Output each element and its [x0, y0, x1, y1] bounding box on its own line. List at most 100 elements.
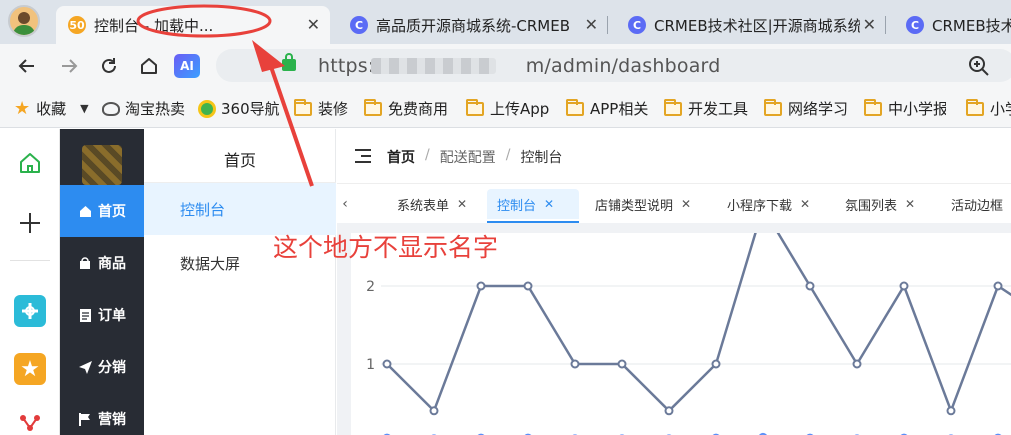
page-tab-miniprogram-download[interactable]: 小程序下载 ✕ [717, 189, 820, 219]
bookmark-folder-upload[interactable]: 上传App [466, 98, 549, 119]
star-icon: ★ [14, 98, 31, 119]
bookmark-label: APP相关 [590, 100, 649, 118]
data-point[interactable] [711, 359, 721, 369]
bag-icon [78, 256, 92, 270]
data-point[interactable] [852, 359, 862, 369]
folder-icon [664, 98, 682, 116]
bookmark-folder-school[interactable]: 中小学报 [864, 98, 946, 119]
breadcrumb-delivery-config[interactable]: 配送配置 [440, 147, 496, 167]
page-tab-label: 活动边框 [951, 198, 1004, 214]
bookmark-label: 免费商用 [388, 100, 449, 118]
browser-tab-title: 高品质开源商城系统-CRMEB [376, 16, 571, 35]
data-point[interactable] [899, 281, 909, 291]
annotation-text: 这个地方不显示名字 [273, 233, 499, 262]
menu-item-distribution[interactable]: 分销 [60, 341, 144, 393]
primary-menu: 首页 商品 订单 分销 营销 [60, 129, 144, 435]
menu-item-products[interactable]: 商品 [60, 237, 144, 289]
bookmark-label: 装修 [318, 100, 349, 118]
menu-item-marketing[interactable]: 营销 [60, 393, 144, 435]
page-tab-atmosphere-list[interactable]: 氛围列表 ✕ [835, 189, 925, 219]
data-point[interactable] [617, 359, 627, 369]
bookmark-favorites[interactable]: ★ 收藏 ▼ [14, 98, 89, 119]
bookmark-taobao[interactable]: 淘宝热卖 [102, 98, 185, 119]
data-point[interactable] [570, 359, 580, 369]
data-point[interactable] [946, 406, 956, 416]
side-app-rail: ★ [0, 129, 60, 435]
bookmark-label: 360导航 [221, 100, 279, 118]
forward-icon[interactable] [56, 53, 82, 79]
lock-shackle [285, 53, 293, 61]
bookmark-label: 收藏 [36, 100, 67, 118]
home-icon [78, 204, 92, 218]
bookmark-folder-zhuangxiu[interactable]: 装修 [294, 98, 348, 119]
menu-item-label: 首页 [98, 204, 126, 220]
close-icon[interactable]: ✕ [800, 197, 810, 211]
taobao-icon [102, 101, 120, 116]
folder-icon [364, 98, 382, 116]
data-point[interactable] [382, 359, 392, 369]
close-icon[interactable]: ✕ [544, 197, 554, 211]
browser-tab-crmeb-tech[interactable]: C CRMEB技术 [894, 6, 1011, 44]
page-tab-label: 系统表单 [397, 198, 450, 214]
back-icon[interactable] [14, 53, 40, 79]
folder-icon [566, 98, 584, 116]
page-tab-shop-type[interactable]: 店铺类型说明 ✕ [585, 189, 701, 219]
menu-item-home[interactable]: 首页 [60, 185, 144, 237]
page-tab-label: 小程序下载 [727, 198, 793, 214]
order-icon [78, 308, 92, 322]
dropdown-arrow-icon[interactable]: ▼ [80, 102, 88, 115]
app-launcher-icon[interactable] [14, 295, 46, 327]
home-icon[interactable] [14, 147, 46, 179]
data-point[interactable] [993, 281, 1003, 291]
folder-icon [966, 98, 984, 116]
bookmark-folder-free[interactable]: 免费商用 [364, 98, 448, 119]
page-tab-system-form[interactable]: 系统表单 ✕ [387, 189, 477, 219]
reload-icon[interactable] [96, 53, 122, 79]
url-redacted-blur [371, 58, 496, 74]
ai-assistant-icon[interactable]: AI [174, 54, 200, 78]
bookmark-label: 中小学报 [888, 100, 946, 118]
data-point[interactable] [429, 406, 439, 416]
data-point[interactable] [664, 406, 674, 416]
browser-tab-title: 控制台 - 加载中... [94, 16, 214, 35]
bookmark-360[interactable]: 360导航 [198, 98, 279, 119]
bookmark-folder-primary[interactable]: 小学 [966, 98, 1011, 119]
address-bar[interactable]: https://m/admin/dashboard [216, 49, 1011, 82]
data-point[interactable] [805, 281, 815, 291]
browser-tab-title: CRMEB技术 [932, 16, 1011, 35]
breadcrumb-home[interactable]: 首页 [387, 147, 415, 167]
close-tab-icon[interactable]: ✕ [585, 15, 598, 34]
crmeb-favicon-icon: C [628, 16, 646, 34]
browser-tab-dashboard[interactable]: 50 控制台 - 加载中... ✕ [56, 6, 330, 44]
add-icon[interactable] [14, 207, 46, 239]
bookmark-folder-learning[interactable]: 网络学习 [764, 98, 848, 119]
bookmark-folder-app[interactable]: APP相关 [566, 98, 648, 119]
page-tab-activity-border[interactable]: 活动边框 [941, 189, 1011, 219]
profile-avatar-icon[interactable] [8, 5, 40, 37]
bookmarks-bar: ★ 收藏 ▼ 淘宝热卖 360导航 装修 免费商用 上传App APP相关 开发… [0, 88, 1011, 128]
close-icon[interactable]: ✕ [457, 197, 467, 211]
network-icon[interactable] [14, 409, 46, 435]
logo [82, 145, 122, 185]
browser-tab-crmeb-home[interactable]: C 高品质开源商城系统-CRMEB ✕ [338, 6, 608, 44]
close-tab-icon[interactable]: ✕ [863, 15, 876, 34]
page-tab-dashboard[interactable]: 控制台 ✕ [487, 189, 579, 219]
data-point[interactable] [476, 281, 486, 291]
favorite-star-icon[interactable]: ★ [14, 353, 46, 385]
home-icon[interactable] [136, 53, 162, 79]
bookmark-folder-devtools[interactable]: 开发工具 [664, 98, 748, 119]
zoom-icon[interactable] [968, 55, 990, 81]
close-icon[interactable]: ✕ [681, 197, 691, 211]
tabs-scroll-left-icon[interactable]: ‹ [337, 192, 353, 216]
close-tab-icon[interactable]: ✕ [307, 15, 320, 34]
y-tick-label: 2 [366, 279, 375, 295]
bookmark-label: 小学 [990, 100, 1011, 118]
folder-icon [294, 98, 312, 116]
data-point[interactable] [523, 281, 533, 291]
menu-item-orders[interactable]: 订单 [60, 289, 144, 341]
page-tabs-bar: ‹ 系统表单 ✕ 控制台 ✕ 店铺类型说明 ✕ 小程序下载 ✕ 氛围列表 ✕ 活动边框 [337, 183, 1011, 223]
menu-collapse-icon[interactable] [355, 149, 371, 163]
browser-tab-crmeb-community[interactable]: C CRMEB技术社区|开源商城系统 ✕ [616, 6, 886, 44]
close-icon[interactable]: ✕ [905, 197, 915, 211]
folder-icon [466, 98, 484, 116]
